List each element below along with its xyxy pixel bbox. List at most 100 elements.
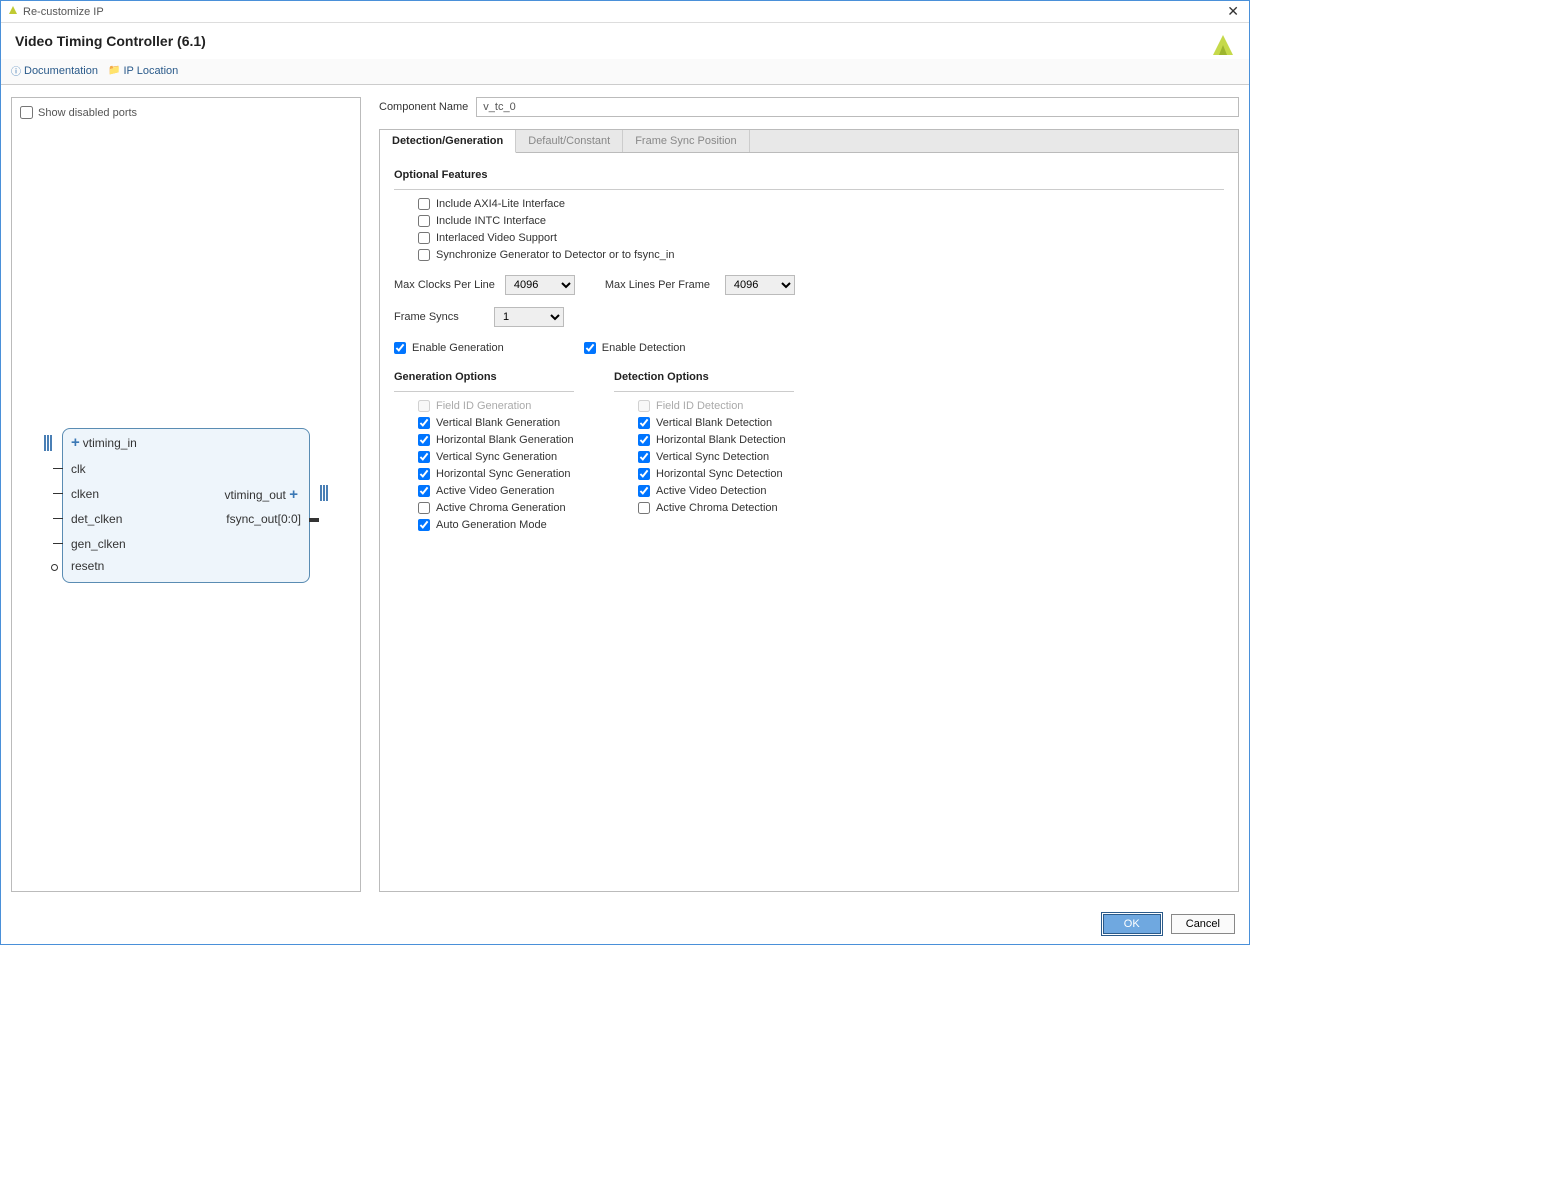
checkbox-vblank-det[interactable]: Vertical Blank Detection	[638, 417, 794, 429]
checkbox-label: Enable Generation	[412, 342, 504, 354]
checkbox-input[interactable]	[638, 468, 650, 480]
checkbox-intc[interactable]: Include INTC Interface	[418, 215, 1224, 227]
max-lines-select[interactable]: 4096	[725, 275, 795, 295]
checkbox-input[interactable]	[418, 519, 430, 531]
checkbox-input[interactable]	[638, 485, 650, 497]
port-label: clk	[71, 462, 86, 476]
negation-circle-icon	[51, 564, 58, 571]
checkbox-label: Vertical Blank Generation	[436, 417, 560, 429]
divider	[394, 189, 1224, 190]
checkbox-synchronize[interactable]: Synchronize Generator to Detector or to …	[418, 249, 1224, 261]
frame-syncs-select[interactable]: 1	[494, 307, 564, 327]
checkbox-axi4-lite[interactable]: Include AXI4-Lite Interface	[418, 198, 1224, 210]
tabs-container: Detection/Generation Default/Constant Fr…	[379, 129, 1239, 892]
checkbox-field-id-gen: Field ID Generation	[418, 400, 574, 412]
ip-location-link[interactable]: 📁 IP Location	[108, 65, 178, 77]
checkbox-avideo-gen[interactable]: Active Video Generation	[418, 485, 574, 497]
checkbox-label: Vertical Sync Detection	[656, 451, 769, 463]
cancel-button[interactable]: Cancel	[1171, 914, 1235, 934]
tab-default-constant[interactable]: Default/Constant	[516, 130, 623, 152]
max-lines-label: Max Lines Per Frame	[605, 279, 715, 291]
checkbox-input[interactable]	[418, 485, 430, 497]
checkbox-input[interactable]	[638, 417, 650, 429]
max-lines-row: Max Lines Per Frame 4096	[605, 275, 795, 295]
close-icon[interactable]: ✕	[1223, 3, 1243, 20]
show-disabled-ports-label: Show disabled ports	[38, 107, 137, 119]
checkbox-label: Synchronize Generator to Detector or to …	[436, 249, 674, 261]
checkbox-hsync-det[interactable]: Horizontal Sync Detection	[638, 468, 794, 480]
checkbox-input[interactable]	[418, 232, 430, 244]
show-disabled-ports-input[interactable]	[20, 106, 33, 119]
checkbox-enable-generation[interactable]: Enable Generation	[394, 342, 504, 354]
checkbox-input[interactable]	[418, 198, 430, 210]
port-stub	[53, 468, 63, 470]
checkbox-auto-gen[interactable]: Auto Generation Mode	[418, 519, 574, 531]
port-stub	[53, 518, 63, 520]
bus-bars-icon	[44, 435, 52, 451]
divider	[394, 391, 574, 392]
checkbox-input[interactable]	[418, 417, 430, 429]
checkbox-input[interactable]	[418, 249, 430, 261]
checkbox-label: Vertical Sync Generation	[436, 451, 557, 463]
checkbox-input[interactable]	[584, 342, 596, 354]
checkbox-input[interactable]	[418, 434, 430, 446]
checkbox-achroma-det[interactable]: Active Chroma Detection	[638, 502, 794, 514]
checkbox-avideo-det[interactable]: Active Video Detection	[638, 485, 794, 497]
port-label: vtiming_out	[225, 488, 286, 502]
checkbox-achroma-gen[interactable]: Active Chroma Generation	[418, 502, 574, 514]
ok-button[interactable]: OK	[1103, 914, 1161, 934]
tab-frame-sync-position[interactable]: Frame Sync Position	[623, 130, 749, 152]
checkbox-vsync-det[interactable]: Vertical Sync Detection	[638, 451, 794, 463]
checkbox-input[interactable]	[418, 468, 430, 480]
port-label: clken	[71, 487, 99, 501]
checkbox-input[interactable]	[638, 451, 650, 463]
checkbox-label: Horizontal Blank Generation	[436, 434, 574, 446]
app-icon	[7, 4, 19, 19]
port-label: fsync_out[0:0]	[226, 512, 301, 526]
checkbox-input[interactable]	[638, 502, 650, 514]
expand-icon[interactable]: +	[71, 434, 80, 451]
checkbox-input[interactable]	[418, 502, 430, 514]
optional-features-title: Optional Features	[394, 169, 1224, 181]
port-gen-clken: gen_clken	[63, 532, 309, 557]
max-clocks-select[interactable]: 4096	[505, 275, 575, 295]
content: Show disabled ports +vtiming_in clk clke…	[1, 85, 1249, 904]
bus-bars-icon	[320, 485, 328, 501]
header: Video Timing Controller (6.1)	[1, 23, 1249, 59]
folder-icon: 📁	[108, 65, 120, 76]
checkbox-hblank-gen[interactable]: Horizontal Blank Generation	[418, 434, 574, 446]
checkbox-input[interactable]	[394, 342, 406, 354]
expand-icon[interactable]: +	[289, 486, 298, 503]
checkbox-input[interactable]	[418, 215, 430, 227]
checkbox-hblank-det[interactable]: Horizontal Blank Detection	[638, 434, 794, 446]
port-stub	[53, 493, 63, 495]
frame-syncs-label: Frame Syncs	[394, 311, 484, 323]
toolbar: ⓘ Documentation 📁 IP Location	[1, 59, 1249, 85]
tabs-bar: Detection/Generation Default/Constant Fr…	[380, 130, 1238, 153]
checkbox-label: Field ID Detection	[656, 400, 743, 412]
checkbox-hsync-gen[interactable]: Horizontal Sync Generation	[418, 468, 574, 480]
checkbox-input[interactable]	[638, 434, 650, 446]
documentation-label: Documentation	[24, 65, 98, 77]
block-preview-panel: Show disabled ports +vtiming_in clk clke…	[11, 97, 361, 892]
checkbox-label: Horizontal Sync Detection	[656, 468, 783, 480]
checkbox-enable-detection[interactable]: Enable Detection	[584, 342, 686, 354]
block-area: +vtiming_in clk clken vtiming_out + det_…	[18, 125, 354, 885]
port-label: resetn	[71, 559, 104, 573]
checkbox-vsync-gen[interactable]: Vertical Sync Generation	[418, 451, 574, 463]
checkbox-label: Interlaced Video Support	[436, 232, 557, 244]
port-label: gen_clken	[71, 537, 126, 551]
checkbox-vblank-gen[interactable]: Vertical Blank Generation	[418, 417, 574, 429]
documentation-link[interactable]: ⓘ Documentation	[11, 63, 98, 78]
generation-options-col: Generation Options Field ID Generation V…	[394, 365, 574, 536]
tab-detection-generation[interactable]: Detection/Generation	[380, 130, 516, 153]
detection-options-title: Detection Options	[614, 371, 794, 383]
show-disabled-ports-checkbox[interactable]: Show disabled ports	[20, 106, 354, 119]
checkbox-label: Active Video Generation	[436, 485, 554, 497]
checkbox-interlaced[interactable]: Interlaced Video Support	[418, 232, 1224, 244]
detection-options-col: Detection Options Field ID Detection Ver…	[614, 365, 794, 536]
component-name-row: Component Name	[379, 97, 1239, 117]
component-name-input[interactable]	[476, 97, 1239, 117]
checkbox-input[interactable]	[418, 451, 430, 463]
port-label: vtiming_in	[83, 436, 137, 450]
